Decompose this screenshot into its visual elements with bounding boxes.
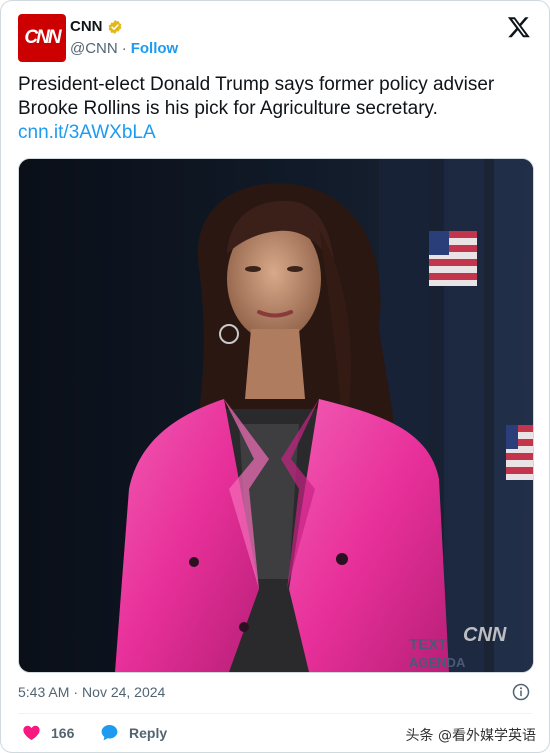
like-button[interactable]: 166 <box>22 723 74 742</box>
reply-label: Reply <box>129 724 168 741</box>
backdrop-text-1: TEXT <box>409 636 447 653</box>
cnn-avatar[interactable]: CNN <box>18 14 66 62</box>
verified-badge-icon <box>108 19 121 34</box>
flag-graphic-2 <box>506 425 533 480</box>
cnn-photo-watermark: CNN <box>463 624 507 646</box>
handle[interactable]: @CNN <box>70 40 118 57</box>
avatar-logo-text: CNN <box>24 27 61 48</box>
follow-button[interactable]: Follow <box>131 40 179 57</box>
tweet-date: Nov 24, 2024 <box>82 684 166 700</box>
source-watermark: 头条 @看外媒学英语 <box>405 728 536 744</box>
flag-graphic-1 <box>429 231 477 286</box>
handle-separator: · <box>121 40 127 57</box>
display-name[interactable]: CNN <box>70 18 103 35</box>
like-count: 166 <box>51 724 75 741</box>
photo-illustration: TEXT AGENDA CNN <box>19 159 533 672</box>
backdrop-text-2: AGENDA <box>409 655 466 670</box>
name-row: CNN <box>70 18 123 35</box>
info-icon[interactable] <box>512 683 530 701</box>
timestamp-separator: · <box>73 684 79 700</box>
heart-icon <box>23 725 40 741</box>
handle-row: @CNN · Follow <box>70 40 178 57</box>
x-logo-icon[interactable] <box>507 15 531 39</box>
divider <box>18 713 532 714</box>
timestamp[interactable]: 5:43 AM · Nov 24, 2024 <box>18 684 165 700</box>
tweet-card: CNN CNN @CNN · Follow President-elect Do… <box>0 0 550 753</box>
tweet-time: 5:43 AM <box>18 684 70 700</box>
reply-button[interactable]: Reply <box>100 723 167 742</box>
reply-bubble-icon <box>101 724 118 741</box>
tweet-text: President-elect Donald Trump says former… <box>18 74 495 119</box>
tweet-link[interactable]: cnn.it/3AWXbLA <box>18 122 156 144</box>
tweet-photo[interactable]: TEXT AGENDA CNN <box>18 158 534 673</box>
